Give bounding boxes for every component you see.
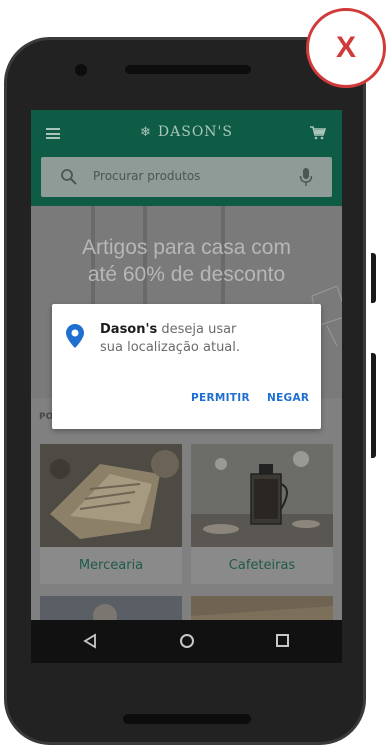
category-label: Mercearia [40, 547, 182, 584]
dialog-app-name: Dason's [100, 322, 158, 337]
location-pin-icon [66, 324, 84, 348]
android-nav-bar [31, 620, 342, 663]
x-badge: X [306, 8, 386, 88]
location-permission-dialog: Dason's deseja usar sua localização atua… [52, 304, 321, 429]
brand-name: DASON'S [157, 124, 233, 140]
app-screen: ❄ DASON'S Procurar produtos Artigos para… [31, 110, 342, 663]
recent-apps-icon[interactable] [276, 634, 289, 647]
volume-button [371, 253, 376, 303]
deny-button[interactable]: NEGAR [267, 392, 309, 404]
brand-logo: ❄ DASON'S [31, 124, 342, 140]
category-card-cafeteiras[interactable]: Cafeteiras [191, 444, 333, 584]
cart-icon[interactable] [310, 126, 326, 140]
category-image [191, 444, 333, 547]
camera-icon [75, 64, 87, 76]
category-card-mercearia[interactable]: Mercearia [40, 444, 182, 584]
mic-icon[interactable] [299, 167, 313, 187]
dialog-message: Dason's deseja usar sua localização atua… [100, 321, 300, 357]
speaker-top [125, 65, 251, 74]
category-label: Cafeteiras [191, 547, 333, 584]
coffee-press-image [191, 444, 333, 547]
search-input[interactable]: Procurar produtos [93, 169, 200, 183]
speaker-bottom [123, 714, 251, 724]
allow-button[interactable]: PERMITIR [191, 392, 250, 404]
home-icon[interactable] [180, 634, 194, 648]
app-header: ❄ DASON'S Procurar produtos [31, 110, 342, 206]
x-badge-label: X [335, 31, 356, 64]
back-icon[interactable] [83, 633, 97, 649]
top-bar: ❄ DASON'S [31, 110, 342, 156]
search-icon [61, 169, 77, 185]
bread-image [40, 444, 182, 547]
search-bar[interactable]: Procurar produtos [41, 157, 332, 197]
dialog-message-part2: sua localização atual. [100, 340, 241, 355]
category-image [40, 444, 182, 547]
dialog-message-part1: deseja usar [157, 322, 237, 337]
power-button [371, 353, 376, 458]
hero-title: Artigos para casa com até 60% de descont… [82, 236, 291, 286]
snowflake-icon: ❄ [140, 125, 152, 140]
